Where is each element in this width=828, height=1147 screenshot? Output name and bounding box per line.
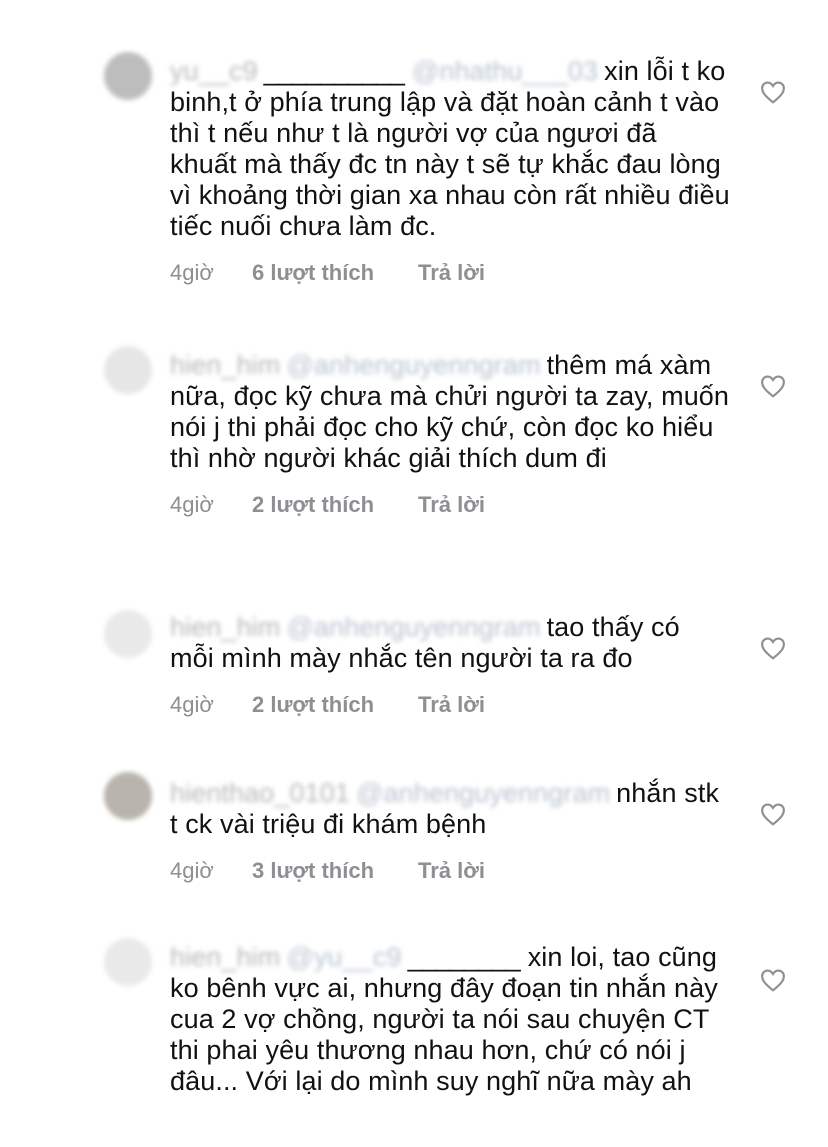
like-heart-icon[interactable] xyxy=(760,802,786,828)
comment-text: yu__c9 __________ @nhathu___03 xin lỗi t ko… xyxy=(170,56,730,242)
comment-text: hienthao_0101 @anhenguyenngram nhắn stk t … xyxy=(170,778,730,840)
likes-count[interactable]: 2 lượt thích xyxy=(252,492,418,518)
avatar[interactable] xyxy=(104,772,152,820)
comment-text: hien_him @yu__c9 ________ xin loi, tao cũng… xyxy=(170,942,730,1097)
like-heart-icon[interactable] xyxy=(760,636,786,662)
username[interactable]: hien_him xyxy=(170,942,280,972)
timestamp: 4giờ xyxy=(170,692,214,717)
mention-underline: ________ xyxy=(407,942,521,972)
avatar[interactable] xyxy=(104,52,152,100)
comment-meta: 4giờ 2 lượt thích Trả lời xyxy=(170,692,730,718)
reply-button[interactable]: Trả lời xyxy=(418,858,485,884)
username[interactable]: hienthao_0101 xyxy=(170,778,350,808)
avatar[interactable] xyxy=(104,346,152,394)
mention[interactable]: @anhenguyenngram xyxy=(286,612,540,642)
likes-count[interactable]: 6 lượt thích xyxy=(252,260,418,286)
like-heart-icon[interactable] xyxy=(760,374,786,400)
mention[interactable]: @anhenguyenngram xyxy=(356,778,610,808)
comment-text: hien_him @anhenguyenngram thêm má xàm nữa,… xyxy=(170,350,730,474)
comment-meta: 4giờ 3 lượt thích Trả lời xyxy=(170,858,730,884)
comment-text: hien_him @anhenguyenngram tao thấy có mỗi … xyxy=(170,612,730,674)
comment-meta: 4giờ 2 lượt thích Trả lời xyxy=(170,492,730,518)
reply-button[interactable]: Trả lời xyxy=(418,492,485,518)
timestamp: 4giờ xyxy=(170,492,214,517)
mention[interactable]: @anhenguyenngram xyxy=(286,350,540,380)
likes-count[interactable]: 2 lượt thích xyxy=(252,692,418,718)
reply-button[interactable]: Trả lời xyxy=(418,692,485,718)
avatar[interactable] xyxy=(104,938,152,986)
like-heart-icon[interactable] xyxy=(760,968,786,994)
timestamp: 4giờ xyxy=(170,260,214,285)
timestamp: 4giờ xyxy=(170,858,214,883)
username[interactable]: hien_him xyxy=(170,350,280,380)
likes-count[interactable]: 3 lượt thích xyxy=(252,858,418,884)
username-underline: __________ xyxy=(263,56,405,86)
username[interactable]: yu__c9 xyxy=(170,56,258,86)
like-heart-icon[interactable] xyxy=(760,80,786,106)
comment-meta: 4giờ 6 lượt thích Trả lời xyxy=(170,260,730,286)
mention[interactable]: @nhathu___03 xyxy=(412,56,598,86)
reply-button[interactable]: Trả lời xyxy=(418,260,485,286)
mention[interactable]: @yu__c9 xyxy=(286,942,401,972)
username[interactable]: hien_him xyxy=(170,612,280,642)
avatar[interactable] xyxy=(104,610,152,658)
